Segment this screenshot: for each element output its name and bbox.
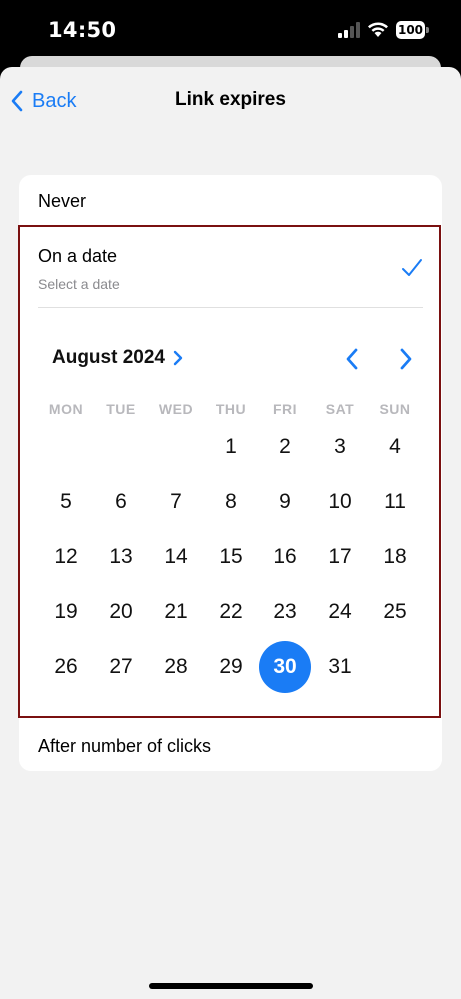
calendar-day[interactable]: 29 (204, 640, 258, 694)
calendar-day[interactable]: 16 (258, 530, 312, 584)
month-label: August 2024 (52, 347, 165, 368)
calendar-day[interactable]: 25 (368, 585, 422, 639)
calendar-day[interactable]: 5 (39, 475, 93, 529)
calendar-day[interactable]: 26 (39, 640, 93, 694)
calendar-day[interactable]: 6 (94, 475, 148, 529)
calendar-day[interactable]: 27 (94, 640, 148, 694)
month-selector[interactable]: August 2024 (52, 347, 183, 369)
calendar-day[interactable]: 28 (149, 640, 203, 694)
weekday-fri: FRI (272, 401, 298, 417)
calendar-day[interactable]: 15 (204, 530, 258, 584)
status-bar: 14:50 100 (0, 0, 461, 62)
calendar-day[interactable]: 14 (149, 530, 203, 584)
weekday-thu: THU (215, 401, 247, 417)
battery-level: 100 (396, 21, 425, 39)
option-after-clicks[interactable]: After number of clicks (38, 736, 211, 757)
calendar-day[interactable]: 21 (149, 585, 203, 639)
calendar-day[interactable]: 31 (313, 640, 367, 694)
calendar-day[interactable]: 18 (368, 530, 422, 584)
previous-month-button[interactable] (343, 347, 361, 371)
calendar-day[interactable]: 1 (204, 420, 258, 474)
chevron-right-icon (173, 350, 183, 366)
weekday-sat: SAT (325, 401, 355, 417)
divider (38, 307, 423, 308)
calendar-day[interactable]: 20 (94, 585, 148, 639)
battery-icon: 100 (396, 21, 429, 39)
calendar-day[interactable]: 11 (368, 475, 422, 529)
calendar-day[interactable]: 22 (204, 585, 258, 639)
cellular-signal-icon (338, 22, 360, 38)
weekday-mon: MON (48, 401, 84, 417)
weekday-wed: WED (158, 401, 194, 417)
calendar-day[interactable]: 23 (258, 585, 312, 639)
calendar-day[interactable]: 8 (204, 475, 258, 529)
weekday-sun: SUN (379, 401, 411, 417)
calendar-day[interactable]: 17 (313, 530, 367, 584)
weekday-tue: TUE (106, 401, 136, 417)
calendar-day[interactable]: 4 (368, 420, 422, 474)
calendar-day[interactable]: 3 (313, 420, 367, 474)
calendar-day[interactable]: 24 (313, 585, 367, 639)
calendar-day[interactable]: 10 (313, 475, 367, 529)
calendar-day[interactable]: 19 (39, 585, 93, 639)
battery-tip (426, 27, 429, 33)
wifi-icon (368, 22, 388, 37)
option-never[interactable]: Never (38, 191, 86, 212)
page-title: Link expires (175, 89, 286, 110)
calendar-day[interactable]: 2 (258, 420, 312, 474)
option-on-date[interactable]: On a date (38, 246, 117, 267)
calendar-day[interactable]: 7 (149, 475, 203, 529)
calendar-day-selected[interactable]: 30 (259, 641, 311, 693)
checkmark-icon (402, 259, 422, 276)
option-on-date-subtitle: Select a date (38, 276, 120, 292)
status-time: 14:50 (48, 18, 117, 42)
next-month-button[interactable] (397, 347, 415, 371)
calendar-day[interactable]: 12 (39, 530, 93, 584)
calendar-day[interactable]: 9 (258, 475, 312, 529)
home-indicator (149, 983, 313, 989)
calendar-day[interactable]: 13 (94, 530, 148, 584)
